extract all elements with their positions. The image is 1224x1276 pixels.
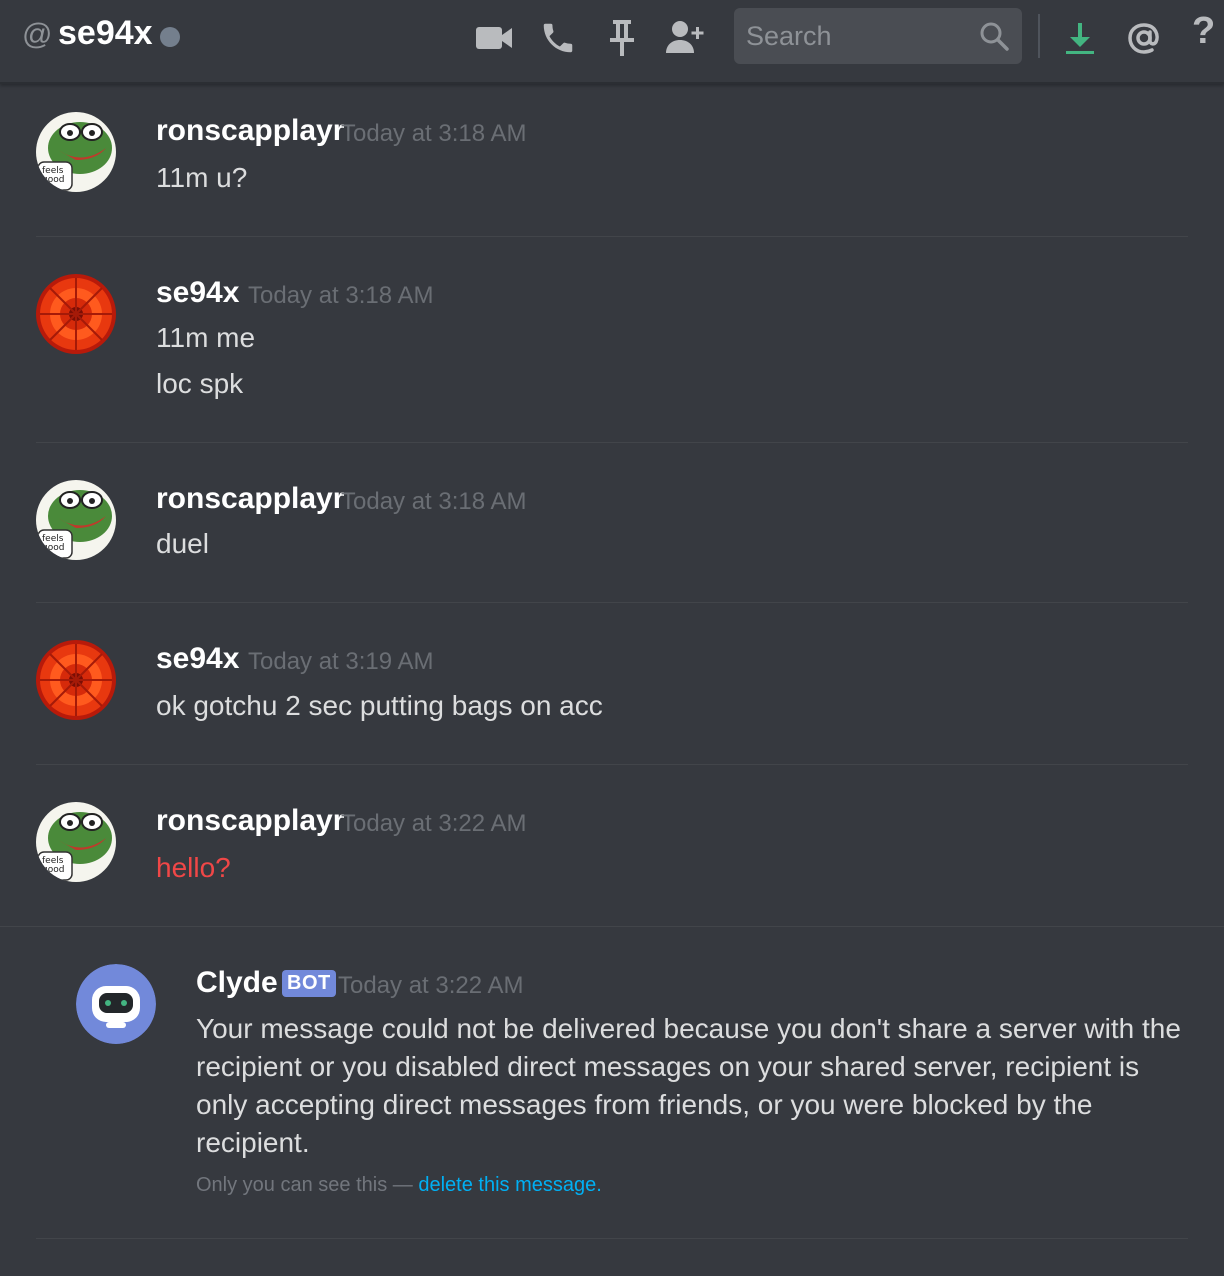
dm-at-symbol: @ <box>22 18 53 51</box>
message-author[interactable]: ronscapplayr <box>156 114 344 148</box>
message-timestamp: Today at 3:18 AM <box>248 282 434 309</box>
message-timestamp: Today at 3:18 AM <box>341 488 527 515</box>
failed-message-text: hello? <box>156 852 231 883</box>
message-divider <box>36 1238 1188 1239</box>
search-icon <box>980 22 1009 51</box>
header-divider <box>1038 14 1040 58</box>
message-author[interactable]: se94x <box>156 276 239 310</box>
message-divider <box>36 236 1188 237</box>
add-friend-icon[interactable] <box>662 14 710 62</box>
message-timestamp: Today at 3:18 AM <box>341 120 527 147</box>
bot-author[interactable]: Clyde <box>196 966 278 1000</box>
message-divider <box>0 926 1224 927</box>
video-camera-icon[interactable] <box>470 14 518 62</box>
search-input[interactable] <box>734 8 964 64</box>
message-divider <box>36 602 1188 603</box>
message-text: 11m u? <box>156 162 248 193</box>
message-divider <box>36 764 1188 765</box>
svg-text:good: good <box>42 865 64 875</box>
message-author[interactable]: se94x <box>156 642 239 676</box>
svg-text:good: good <box>42 175 64 185</box>
message-timestamp: Today at 3:19 AM <box>248 648 434 675</box>
message-text: duel <box>156 528 209 559</box>
message-text: 11m me <box>156 322 256 353</box>
ephemeral-label: Only you can see this — <box>196 1174 413 1196</box>
pepe-avatar[interactable]: feels good <box>36 480 116 560</box>
channel-name: se94x <box>58 14 153 52</box>
search-bar[interactable] <box>734 8 1022 64</box>
bot-badge: BOT <box>282 970 336 997</box>
delete-message-link[interactable]: delete this message <box>418 1174 596 1196</box>
flower-avatar[interactable] <box>36 640 116 720</box>
svg-text:good: good <box>42 543 64 553</box>
message-timestamp: Today at 3:22 AM <box>338 972 524 999</box>
ephemeral-suffix: . <box>596 1174 602 1196</box>
offline-status-icon <box>160 27 180 47</box>
message-divider <box>36 442 1188 443</box>
bot-message-text: Your message could not be delivered beca… <box>196 1013 1181 1158</box>
phone-icon[interactable] <box>534 14 582 62</box>
pepe-avatar[interactable]: feels good <box>36 112 116 192</box>
mention-icon[interactable] <box>1120 14 1168 62</box>
ephemeral-note: Only you can see this — delete this mess… <box>196 1174 602 1197</box>
message-text: ok gotchu 2 sec putting bags on acc <box>156 690 603 721</box>
chat-header: @ se94x ? <box>0 0 1224 84</box>
message-author[interactable]: ronscapplayr <box>156 482 344 516</box>
message-author[interactable]: ronscapplayr <box>156 804 344 838</box>
download-icon[interactable] <box>1056 14 1104 62</box>
message-text: loc spk <box>156 368 244 399</box>
pin-icon[interactable] <box>598 14 646 62</box>
clyde-avatar[interactable] <box>76 964 156 1044</box>
pepe-avatar[interactable]: feels good <box>36 802 116 882</box>
message-timestamp: Today at 3:22 AM <box>341 810 527 837</box>
flower-avatar[interactable] <box>36 274 116 354</box>
help-icon[interactable]: ? <box>1192 10 1215 53</box>
